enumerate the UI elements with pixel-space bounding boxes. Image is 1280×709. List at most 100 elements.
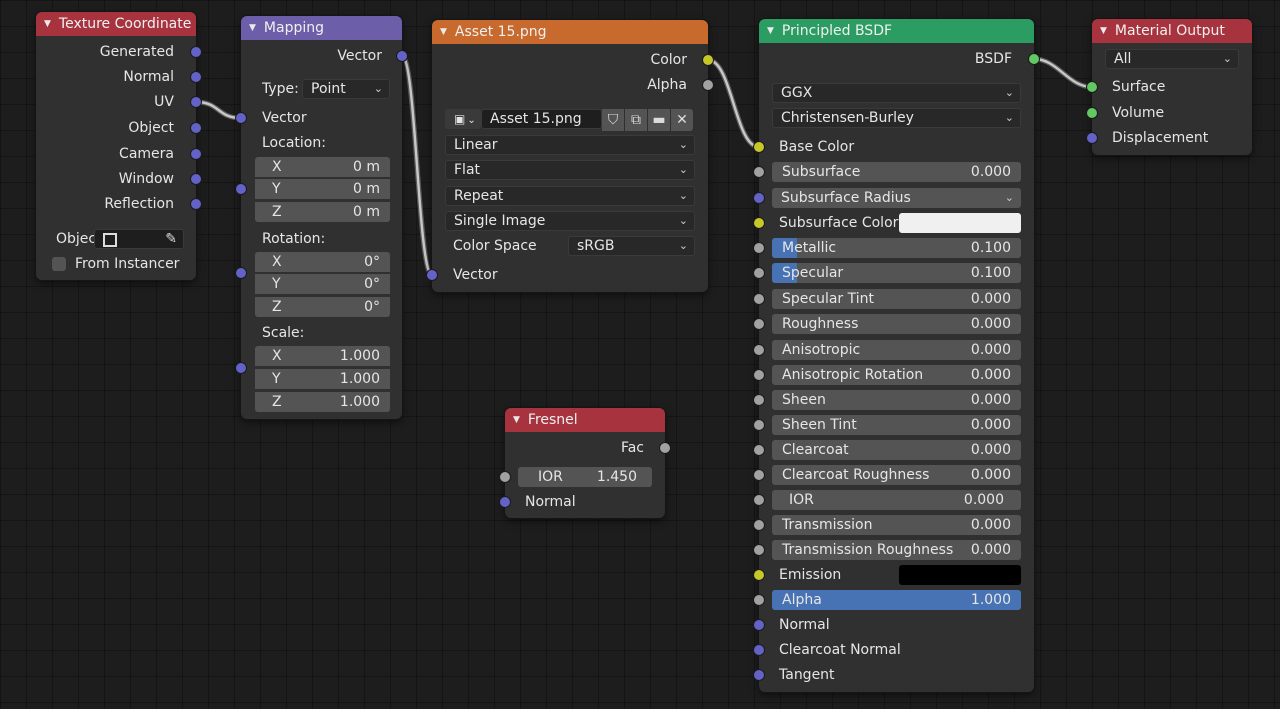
principled-bsdf-header[interactable]: ▼ Principled BSDF [759,19,1034,43]
scale-x-field[interactable]: X 1.000 [255,346,390,366]
anisotropic-rotation-field[interactable]: Anisotropic Rotation 0.000 [772,365,1021,385]
socket-emission[interactable] [754,570,764,580]
texture-coordinate-header[interactable]: ▼ Texture Coordinate [36,12,196,36]
socket-rotation[interactable] [236,268,246,278]
ior-field[interactable]: IOR 1.450 [518,467,652,487]
subsurface-color-swatch[interactable] [899,213,1021,233]
socket-base-color[interactable] [754,142,764,152]
metallic-slider[interactable]: Metallic 0.100 [772,238,1021,258]
socket-generated[interactable] [191,47,201,57]
image-texture-header[interactable]: ▼ Asset 15.png [432,20,708,44]
socket-clearcoat[interactable] [754,445,764,455]
socket-scale[interactable] [236,363,246,373]
socket-tangent[interactable] [754,670,764,680]
folder-icon[interactable]: ▬ [648,109,670,131]
socket-window[interactable] [191,174,201,184]
type-dropdown[interactable]: Point ⌄ [302,79,390,99]
socket-subsurface[interactable] [754,167,764,177]
specular-tint-field[interactable]: Specular Tint 0.000 [772,289,1021,309]
rotation-x-field[interactable]: X 0° [255,252,390,272]
socket-normal[interactable] [191,72,201,82]
socket-specular-tint[interactable] [754,294,764,304]
color-space-dropdown[interactable]: sRGB ⌄ [568,236,695,256]
socket-camera[interactable] [191,149,201,159]
image-texture-node[interactable]: ▼ Asset 15.png Color Alpha ▣ ⌄ Asset 15.p… [427,20,713,292]
from-instancer-checkbox[interactable] [52,257,66,271]
sheen-field[interactable]: Sheen 0.000 [772,390,1021,410]
socket-input-vector[interactable] [236,113,246,123]
collapse-arrow-icon[interactable]: ▼ [44,19,51,29]
clearcoat-roughness-field[interactable]: Clearcoat Roughness 0.000 [772,465,1021,485]
socket-anisotropic-rotation[interactable] [754,370,764,380]
collapse-arrow-icon[interactable]: ▼ [767,26,774,36]
socket-location[interactable] [236,184,246,194]
socket-subsurface-color[interactable] [754,218,764,228]
ior-field[interactable]: IOR 0.000 [772,490,1021,510]
socket-clearcoat-roughness[interactable] [754,470,764,480]
socket-uv[interactable] [191,97,201,107]
collapse-arrow-icon[interactable]: ▼ [1100,26,1107,36]
socket-anisotropic[interactable] [754,345,764,355]
emission-color-swatch[interactable] [899,565,1021,585]
rotation-z-field[interactable]: Z 0° [255,297,390,317]
socket-alpha[interactable] [754,595,764,605]
material-output-node[interactable]: ▼ Material Output All ⌄ Surface Volume Di… [1087,19,1252,155]
socket-metallic[interactable] [754,243,764,253]
principled-bsdf-node[interactable]: ▼ Principled BSDF BSDF GGX ⌄ Christensen-… [754,19,1039,692]
socket-displacement[interactable] [1087,133,1097,143]
socket-fac[interactable] [660,443,670,453]
mapping-node[interactable]: ▼ Mapping Vector Type: Point ⌄ Vector Lo… [236,16,407,419]
socket-volume[interactable] [1087,108,1097,118]
subsurface-radius-dropdown[interactable]: Subsurface Radius ⌄ [772,188,1021,208]
socket-sheen[interactable] [754,395,764,405]
fresnel-node[interactable]: ▼ Fresnel Fac IOR 1.450 Normal [500,408,670,518]
material-output-header[interactable]: ▼ Material Output [1092,19,1252,43]
interpolation-dropdown[interactable]: Linear ⌄ [445,135,695,155]
location-x-field[interactable]: X 0 m [255,157,390,177]
texture-coordinate-node[interactable]: ▼ Texture Coordinate Generated Normal UV… [36,12,201,280]
fake-user-shield-icon[interactable]: ⛉ [602,109,624,131]
mapping-header[interactable]: ▼ Mapping [241,16,402,40]
eyedropper-icon[interactable]: ✎ [165,230,177,248]
object-picker[interactable]: ✎ [94,229,184,249]
socket-normal[interactable] [754,620,764,630]
roughness-field[interactable]: Roughness 0.000 [772,314,1021,334]
subsurface-field[interactable]: Subsurface 0.000 [772,162,1021,182]
scale-y-field[interactable]: Y 1.000 [255,369,390,389]
source-dropdown[interactable]: Single Image ⌄ [445,211,695,231]
location-y-field[interactable]: Y 0 m [255,179,390,199]
socket-normal[interactable] [500,497,510,507]
collapse-arrow-icon[interactable]: ▼ [513,415,520,425]
socket-output-vector[interactable] [397,51,407,61]
socket-clearcoat-normal[interactable] [754,645,764,655]
socket-transmission[interactable] [754,520,764,530]
scale-z-field[interactable]: Z 1.000 [255,392,390,412]
socket-ior[interactable] [500,472,510,482]
anisotropic-field[interactable]: Anisotropic 0.000 [772,340,1021,360]
socket-subsurface-radius[interactable] [754,193,764,203]
socket-roughness[interactable] [754,319,764,329]
socket-specular[interactable] [754,268,764,278]
location-z-field[interactable]: Z 0 m [255,202,390,222]
extension-dropdown[interactable]: Repeat ⌄ [445,186,695,206]
rotation-y-field[interactable]: Y 0° [255,274,390,294]
socket-ior[interactable] [754,495,764,505]
image-name-field[interactable]: Asset 15.png [481,109,602,129]
fresnel-header[interactable]: ▼ Fresnel [505,408,665,432]
socket-input-vector[interactable] [427,270,437,280]
socket-surface[interactable] [1087,82,1097,92]
sheen-tint-field[interactable]: Sheen Tint 0.000 [772,415,1021,435]
socket-bsdf[interactable] [1029,54,1039,64]
specular-slider[interactable]: Specular 0.100 [772,263,1021,283]
collapse-arrow-icon[interactable]: ▼ [440,27,447,37]
socket-color[interactable] [703,55,713,65]
close-icon[interactable]: ✕ [671,109,693,131]
duplicate-icon[interactable]: ⧉ [625,109,647,131]
socket-reflection[interactable] [191,199,201,209]
socket-object[interactable] [191,123,201,133]
socket-transmission-roughness[interactable] [754,545,764,555]
transmission-field[interactable]: Transmission 0.000 [772,515,1021,535]
socket-alpha[interactable] [703,80,713,90]
socket-sheen-tint[interactable] [754,420,764,430]
subsurface-method-dropdown[interactable]: Christensen-Burley ⌄ [772,108,1021,128]
